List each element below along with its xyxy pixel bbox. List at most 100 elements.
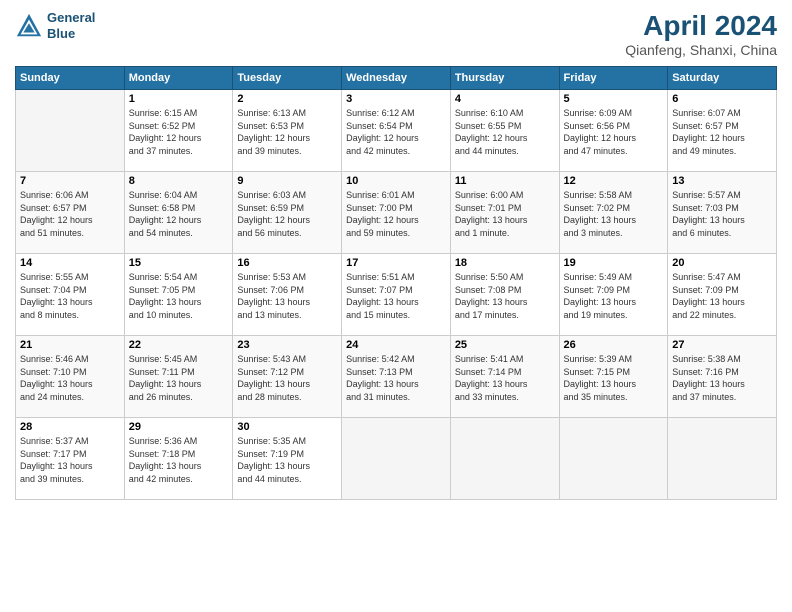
day-cell [342, 418, 451, 500]
day-cell: 3 Sunrise: 6:12 AM Sunset: 6:54 PM Daylig… [342, 90, 451, 172]
day-number: 12 [564, 175, 664, 187]
day-number: 19 [564, 257, 664, 269]
logo-text: General Blue [47, 10, 95, 41]
day-cell [450, 418, 559, 500]
week-row-2: 7Sunrise: 6:06 AM Sunset: 6:57 PM Daylig… [16, 172, 777, 254]
weekday-header-friday: Friday [559, 67, 668, 90]
day-info: Sunrise: 5:42 AM Sunset: 7:13 PM Dayligh… [346, 353, 446, 403]
calendar-table: SundayMondayTuesdayWednesdayThursdayFrid… [15, 66, 777, 500]
day-info: Sunrise: 5:58 AM Sunset: 7:02 PM Dayligh… [564, 189, 664, 239]
day-number: 26 [564, 339, 664, 351]
day-cell: 2 Sunrise: 6:13 AM Sunset: 6:53 PM Daylig… [233, 90, 342, 172]
day-cell: 1 Sunrise: 6:15 AM Sunset: 6:52 PM Daylig… [124, 90, 233, 172]
main-container: General Blue April 2024 Qianfeng, Shanxi… [0, 0, 792, 510]
week-row-3: 14 Sunrise: 5:55 AM Sunset: 7:04 PM Dayli… [16, 254, 777, 336]
day-number: 15 [129, 257, 229, 269]
day-number: 4 [455, 93, 555, 105]
week-row-1: 1 Sunrise: 6:15 AM Sunset: 6:52 PM Daylig… [16, 90, 777, 172]
day-info: Sunrise: 5:50 AM Sunset: 7:08 PM Dayligh… [455, 271, 555, 321]
day-cell: 18 Sunrise: 5:50 AM Sunset: 7:08 PM Dayli… [450, 254, 559, 336]
day-cell [559, 418, 668, 500]
day-cell: 7Sunrise: 6:06 AM Sunset: 6:57 PM Daylig… [16, 172, 125, 254]
day-number: 18 [455, 257, 555, 269]
title-block: April 2024 Qianfeng, Shanxi, China [625, 10, 777, 58]
day-cell: 24 Sunrise: 5:42 AM Sunset: 7:13 PM Dayli… [342, 336, 451, 418]
day-number: 9 [237, 175, 337, 187]
day-info: Sunrise: 5:43 AM Sunset: 7:12 PM Dayligh… [237, 353, 337, 403]
day-info: Sunrise: 5:39 AM Sunset: 7:15 PM Dayligh… [564, 353, 664, 403]
weekday-header-sunday: Sunday [16, 67, 125, 90]
month-title: April 2024 [625, 10, 777, 42]
day-number: 17 [346, 257, 446, 269]
day-info: Sunrise: 5:47 AM Sunset: 7:09 PM Dayligh… [672, 271, 772, 321]
week-row-4: 21Sunrise: 5:46 AM Sunset: 7:10 PM Dayli… [16, 336, 777, 418]
day-cell [16, 90, 125, 172]
day-cell: 28Sunrise: 5:37 AM Sunset: 7:17 PM Dayli… [16, 418, 125, 500]
day-cell: 27 Sunrise: 5:38 AM Sunset: 7:16 PM Dayli… [668, 336, 777, 418]
day-number: 1 [129, 93, 229, 105]
day-info: Sunrise: 5:35 AM Sunset: 7:19 PM Dayligh… [237, 435, 337, 485]
day-info: Sunrise: 5:38 AM Sunset: 7:16 PM Dayligh… [672, 353, 772, 403]
day-number: 23 [237, 339, 337, 351]
day-cell: 15 Sunrise: 5:54 AM Sunset: 7:05 PM Dayli… [124, 254, 233, 336]
day-number: 14 [20, 257, 120, 269]
day-number: 2 [237, 93, 337, 105]
day-cell: 14 Sunrise: 5:55 AM Sunset: 7:04 PM Dayli… [16, 254, 125, 336]
day-info: Sunrise: 5:36 AM Sunset: 7:18 PM Dayligh… [129, 435, 229, 485]
day-info: Sunrise: 6:15 AM Sunset: 6:52 PM Dayligh… [129, 107, 229, 157]
day-info: Sunrise: 5:51 AM Sunset: 7:07 PM Dayligh… [346, 271, 446, 321]
day-number: 10 [346, 175, 446, 187]
day-info: Sunrise: 6:01 AM Sunset: 7:00 PM Dayligh… [346, 189, 446, 239]
day-cell: 30Sunrise: 5:35 AM Sunset: 7:19 PM Dayli… [233, 418, 342, 500]
day-info: Sunrise: 5:41 AM Sunset: 7:14 PM Dayligh… [455, 353, 555, 403]
day-number: 3 [346, 93, 446, 105]
weekday-header-thursday: Thursday [450, 67, 559, 90]
week-row-5: 28Sunrise: 5:37 AM Sunset: 7:17 PM Dayli… [16, 418, 777, 500]
day-number: 13 [672, 175, 772, 187]
day-info: Sunrise: 6:03 AM Sunset: 6:59 PM Dayligh… [237, 189, 337, 239]
day-info: Sunrise: 6:04 AM Sunset: 6:58 PM Dayligh… [129, 189, 229, 239]
weekday-header-row: SundayMondayTuesdayWednesdayThursdayFrid… [16, 67, 777, 90]
day-cell: 8 Sunrise: 6:04 AM Sunset: 6:58 PM Daylig… [124, 172, 233, 254]
day-cell: 13Sunrise: 5:57 AM Sunset: 7:03 PM Dayli… [668, 172, 777, 254]
day-cell: 19 Sunrise: 5:49 AM Sunset: 7:09 PM Dayli… [559, 254, 668, 336]
day-number: 20 [672, 257, 772, 269]
day-number: 11 [455, 175, 555, 187]
day-info: Sunrise: 6:10 AM Sunset: 6:55 PM Dayligh… [455, 107, 555, 157]
day-cell: 12 Sunrise: 5:58 AM Sunset: 7:02 PM Dayli… [559, 172, 668, 254]
day-cell: 4 Sunrise: 6:10 AM Sunset: 6:55 PM Daylig… [450, 90, 559, 172]
day-number: 7 [20, 175, 120, 187]
day-cell: 25 Sunrise: 5:41 AM Sunset: 7:14 PM Dayli… [450, 336, 559, 418]
day-number: 29 [129, 421, 229, 433]
day-cell: 22 Sunrise: 5:45 AM Sunset: 7:11 PM Dayli… [124, 336, 233, 418]
day-info: Sunrise: 6:12 AM Sunset: 6:54 PM Dayligh… [346, 107, 446, 157]
logo: General Blue [15, 10, 95, 41]
header: General Blue April 2024 Qianfeng, Shanxi… [15, 10, 777, 58]
day-cell: 10 Sunrise: 6:01 AM Sunset: 7:00 PM Dayli… [342, 172, 451, 254]
day-number: 27 [672, 339, 772, 351]
day-cell: 17 Sunrise: 5:51 AM Sunset: 7:07 PM Dayli… [342, 254, 451, 336]
logo-icon [15, 12, 43, 40]
day-number: 8 [129, 175, 229, 187]
day-number: 24 [346, 339, 446, 351]
day-info: Sunrise: 5:49 AM Sunset: 7:09 PM Dayligh… [564, 271, 664, 321]
day-info: Sunrise: 5:45 AM Sunset: 7:11 PM Dayligh… [129, 353, 229, 403]
day-cell: 9 Sunrise: 6:03 AM Sunset: 6:59 PM Daylig… [233, 172, 342, 254]
day-info: Sunrise: 6:07 AM Sunset: 6:57 PM Dayligh… [672, 107, 772, 157]
day-cell: 16 Sunrise: 5:53 AM Sunset: 7:06 PM Dayli… [233, 254, 342, 336]
day-number: 16 [237, 257, 337, 269]
day-cell: 11Sunrise: 6:00 AM Sunset: 7:01 PM Dayli… [450, 172, 559, 254]
day-info: Sunrise: 5:54 AM Sunset: 7:05 PM Dayligh… [129, 271, 229, 321]
day-cell: 29 Sunrise: 5:36 AM Sunset: 7:18 PM Dayli… [124, 418, 233, 500]
day-info: Sunrise: 5:46 AM Sunset: 7:10 PM Dayligh… [20, 353, 120, 403]
day-info: Sunrise: 5:53 AM Sunset: 7:06 PM Dayligh… [237, 271, 337, 321]
day-number: 22 [129, 339, 229, 351]
day-number: 25 [455, 339, 555, 351]
weekday-header-monday: Monday [124, 67, 233, 90]
day-info: Sunrise: 5:55 AM Sunset: 7:04 PM Dayligh… [20, 271, 120, 321]
day-cell [668, 418, 777, 500]
weekday-header-tuesday: Tuesday [233, 67, 342, 90]
day-cell: 5Sunrise: 6:09 AM Sunset: 6:56 PM Daylig… [559, 90, 668, 172]
day-info: Sunrise: 6:13 AM Sunset: 6:53 PM Dayligh… [237, 107, 337, 157]
weekday-header-saturday: Saturday [668, 67, 777, 90]
